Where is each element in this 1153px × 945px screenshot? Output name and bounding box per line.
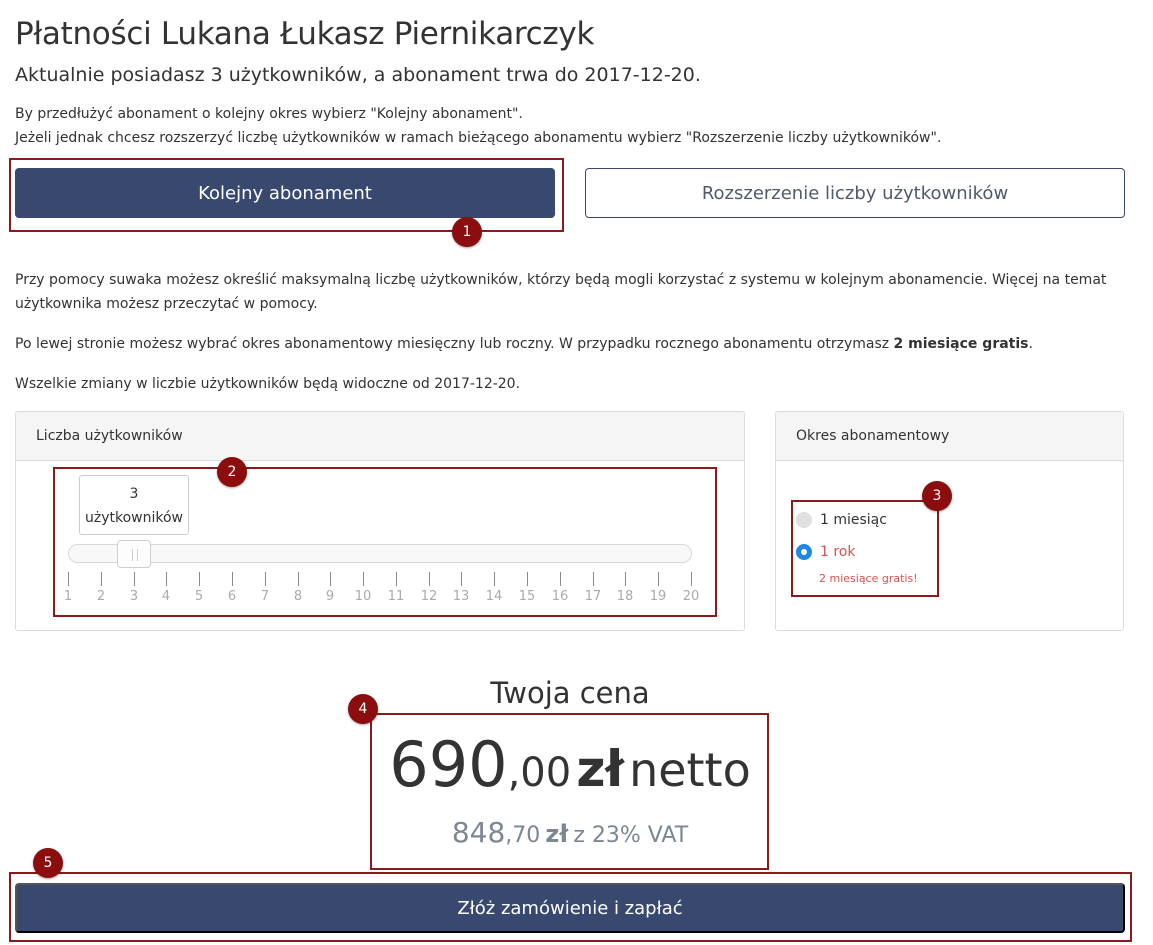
extend-users-button[interactable]: Rozszerzenie liczby użytkowników: [585, 168, 1125, 218]
annotation-badge-1: 1: [452, 217, 482, 247]
highlight-box-1: [9, 158, 564, 232]
highlight-box-2: [53, 467, 717, 617]
annotation-badge-3: 3: [922, 481, 952, 511]
annotation-badge-2: 2: [217, 457, 247, 487]
changes-info-text: Wszelkie zmiany w liczbie użytkowników b…: [15, 376, 521, 392]
highlight-box-3: [791, 500, 939, 597]
page-title: Płatności Lukana Łukasz Piernikarczyk: [15, 16, 595, 52]
period-info-suffix: .: [1028, 336, 1033, 352]
info-extend-users: Jeżeli jednak chcesz rozszerzyć liczbę u…: [15, 130, 942, 146]
highlight-box-4: [370, 713, 769, 870]
annotation-badge-5: 5: [33, 848, 63, 878]
period-info-bold: 2 miesiące gratis: [893, 336, 1029, 352]
period-info-prefix: Po lewej stronie możesz wybrać okres abo…: [15, 336, 894, 352]
annotation-badge-4: 4: [348, 694, 378, 724]
price-heading: Twoja cena: [490, 676, 650, 710]
info-next-subscription: By przedłużyć abonament o kolejny okres …: [15, 106, 523, 122]
slider-info-text: Przy pomocy suwaka możesz określić maksy…: [15, 272, 1107, 312]
period-info-text: Po lewej stronie możesz wybrać okres abo…: [15, 332, 1135, 356]
users-panel-heading: Liczba użytkowników: [16, 412, 744, 461]
highlight-box-5: [9, 872, 1132, 942]
subscription-status: Aktualnie posiadasz 3 użytkowników, a ab…: [15, 64, 701, 86]
period-panel-heading: Okres abonamentowy: [776, 412, 1123, 461]
